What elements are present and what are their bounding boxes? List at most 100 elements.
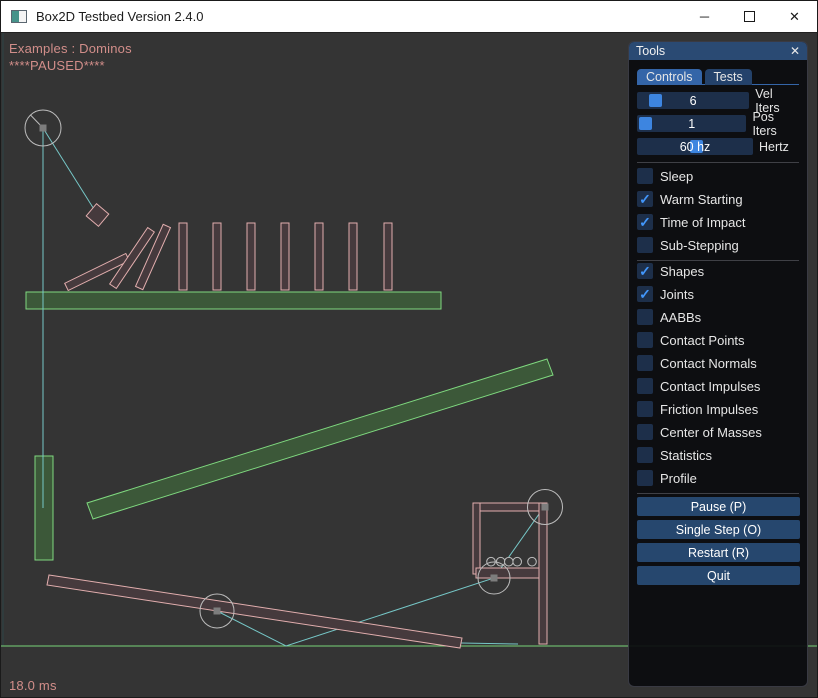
tools-panel-body: Controls Tests 6 Vel Iters 1 (629, 69, 807, 585)
hertz-label: Hertz (759, 140, 789, 154)
checkbox-row-statistics[interactable]: ✓ Statistics (637, 447, 799, 463)
separator (637, 162, 799, 163)
profile-checkbox[interactable]: ✓ (637, 470, 653, 486)
tools-panel: Tools ✕ Controls Tests 6 Vel Iters (628, 41, 808, 687)
checkbox-row-contact-normals[interactable]: ✓ Contact Normals (637, 355, 799, 371)
friction-impulses-checkbox[interactable]: ✓ (637, 401, 653, 417)
hertz-value: 60 hz (637, 138, 753, 155)
restart-button[interactable]: Restart (R) (637, 543, 800, 562)
vel-iters-value: 6 (637, 92, 749, 109)
hertz-slider[interactable]: 60 hz (637, 138, 753, 155)
quit-button[interactable]: Quit (637, 566, 800, 585)
checkbox-row-time-of-impact[interactable]: ✓ Time of Impact (637, 214, 799, 230)
frame-lower-beam (476, 568, 546, 578)
tab-controls[interactable]: Controls (637, 69, 702, 85)
checkbox-row-contact-impulses[interactable]: ✓ Contact Impulses (637, 378, 799, 394)
domino-upright-4 (281, 223, 289, 290)
joints-label: Joints (660, 287, 694, 302)
contact-impulses-label: Contact Impulses (660, 379, 760, 394)
sub-stepping-checkbox[interactable]: ✓ (637, 237, 653, 253)
profile-label: Profile (660, 471, 697, 486)
separator (637, 493, 799, 494)
vertical-slat (35, 456, 53, 560)
frame-time-label: 18.0 ms (9, 678, 57, 693)
ground-joint-line (461, 643, 518, 644)
tools-panel-titlebar[interactable]: Tools ✕ (629, 42, 807, 60)
draw-options-group: ✓ Shapes ✓ Joints ✓ AABBs ✓ Contact Poin… (637, 263, 799, 486)
pos-iters-slider[interactable]: 1 (637, 115, 746, 132)
aabbs-checkbox[interactable]: ✓ (637, 309, 653, 325)
slider-vel-iters: 6 Vel Iters (637, 92, 799, 109)
checkbox-row-center-of-masses[interactable]: ✓ Center of Masses (637, 424, 799, 440)
domino-shelf (26, 292, 441, 309)
tilted-ramp (87, 359, 553, 519)
solver-options-group: ✓ Sleep ✓ Warm Starting ✓ Time of Impact… (637, 168, 799, 253)
ball-4 (513, 557, 522, 566)
pendulum-bob (86, 204, 109, 227)
checkbox-row-contact-points[interactable]: ✓ Contact Points (637, 332, 799, 348)
checkbox-row-sub-stepping[interactable]: ✓ Sub-Stepping (637, 237, 799, 253)
contact-impulses-checkbox[interactable]: ✓ (637, 378, 653, 394)
pos-iters-label: Pos Iters (752, 110, 799, 138)
center-of-masses-checkbox[interactable]: ✓ (637, 424, 653, 440)
checkbox-row-friction-impulses[interactable]: ✓ Friction Impulses (637, 401, 799, 417)
checkbox-row-shapes[interactable]: ✓ Shapes (637, 263, 799, 279)
anchor-marker-top-left (40, 125, 47, 132)
slider-hertz: 60 hz Hertz (637, 138, 799, 155)
checkbox-row-warm-starting[interactable]: ✓ Warm Starting (637, 191, 799, 207)
shapes-checkbox[interactable]: ✓ (637, 263, 653, 279)
maximize-button[interactable] (727, 1, 772, 32)
window-controls: ─ ✕ (682, 1, 817, 32)
check-icon: ✓ (639, 264, 651, 278)
slider-pos-iters: 1 Pos Iters (637, 115, 799, 132)
shapes-label: Shapes (660, 264, 704, 279)
app-window: Box2D Testbed Version 2.4.0 ─ ✕ (0, 0, 818, 698)
minimize-icon: ─ (700, 9, 709, 24)
ball-5 (528, 557, 537, 566)
aabbs-label: AABBs (660, 310, 701, 325)
simulation-canvas[interactable]: Examples : Dominos ****PAUSED**** 18.0 m… (1, 33, 818, 698)
contact-normals-checkbox[interactable]: ✓ (637, 355, 653, 371)
statistics-checkbox[interactable]: ✓ (637, 447, 653, 463)
contact-points-checkbox[interactable]: ✓ (637, 332, 653, 348)
action-buttons: Pause (P) Single Step (O) Restart (R) Qu… (637, 497, 799, 585)
statistics-label: Statistics (660, 448, 712, 463)
checkbox-row-joints[interactable]: ✓ Joints (637, 286, 799, 302)
pivot-marker (214, 608, 221, 615)
contact-points-label: Contact Points (660, 333, 745, 348)
sleep-checkbox[interactable]: ✓ (637, 168, 653, 184)
tools-panel-close-icon[interactable]: ✕ (790, 44, 800, 58)
warm-starting-checkbox[interactable]: ✓ (637, 191, 653, 207)
close-button[interactable]: ✕ (772, 1, 817, 32)
vel-iters-slider[interactable]: 6 (637, 92, 749, 109)
check-icon: ✓ (639, 192, 651, 206)
pause-button[interactable]: Pause (P) (637, 497, 800, 516)
app-icon (11, 10, 27, 23)
seesaw-plank (47, 575, 462, 648)
slider-group: 6 Vel Iters 1 Pos Iters (637, 92, 799, 155)
checkbox-row-aabbs[interactable]: ✓ AABBs (637, 309, 799, 325)
checkbox-row-sleep[interactable]: ✓ Sleep (637, 168, 799, 184)
frame-top-beam (473, 503, 546, 511)
check-icon: ✓ (639, 287, 651, 301)
example-label: Examples : Dominos (9, 41, 132, 56)
sub-stepping-label: Sub-Stepping (660, 238, 739, 253)
tab-tests[interactable]: Tests (705, 69, 752, 85)
time-of-impact-checkbox[interactable]: ✓ (637, 214, 653, 230)
pendulum-joint-line (43, 128, 97, 214)
warm-starting-label: Warm Starting (660, 192, 743, 207)
sleep-label: Sleep (660, 169, 693, 184)
contact-normals-label: Contact Normals (660, 356, 757, 371)
pos-iters-value: 1 (637, 115, 746, 132)
joints-checkbox[interactable]: ✓ (637, 286, 653, 302)
single-step-button[interactable]: Single Step (O) (637, 520, 800, 539)
os-titlebar[interactable]: Box2D Testbed Version 2.4.0 ─ ✕ (1, 1, 817, 33)
separator (637, 260, 799, 261)
frame-left-post (473, 503, 480, 574)
minimize-button[interactable]: ─ (682, 1, 727, 32)
check-icon: ✓ (639, 215, 651, 229)
domino-upright-5 (315, 223, 323, 290)
tools-panel-title: Tools (636, 44, 665, 58)
maximize-icon (744, 11, 755, 22)
checkbox-row-profile[interactable]: ✓ Profile (637, 470, 799, 486)
